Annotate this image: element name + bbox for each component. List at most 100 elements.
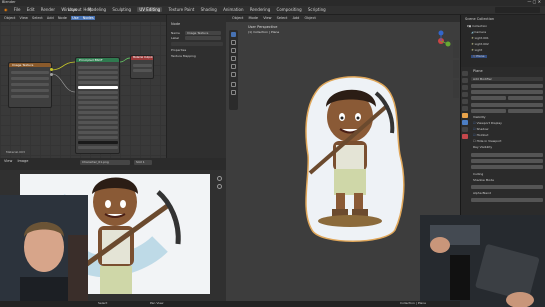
menu-render[interactable]: Render xyxy=(41,7,55,12)
tab-scripting[interactable]: Scripting xyxy=(308,7,326,12)
move-tool-icon[interactable] xyxy=(231,48,236,53)
material-tab-icon[interactable] xyxy=(462,134,468,139)
side-tab-view[interactable] xyxy=(453,80,459,98)
bsdf-param-row[interactable] xyxy=(78,136,118,139)
outliner-item[interactable]: ◢ Camera xyxy=(471,31,486,34)
output-tab-icon[interactable] xyxy=(462,85,468,90)
tab-layout[interactable]: Layout xyxy=(68,7,82,12)
image-node-row[interactable] xyxy=(11,77,49,80)
tab-animation[interactable]: Animation xyxy=(223,7,243,12)
world-tab-icon[interactable] xyxy=(462,106,468,111)
prop-section[interactable]: Culling xyxy=(473,173,483,176)
rotate-tool-icon[interactable] xyxy=(231,56,236,61)
properties-field[interactable] xyxy=(471,96,506,100)
bsdf-param-row[interactable] xyxy=(78,111,118,114)
properties-field[interactable] xyxy=(471,84,543,88)
tab-texture-paint[interactable]: Texture Paint xyxy=(169,7,195,12)
bsdf-param-row[interactable] xyxy=(78,71,118,74)
color-output-socket[interactable] xyxy=(50,68,53,71)
window-controls[interactable]: — ▢ ✕ xyxy=(527,0,541,4)
measure-tool-icon[interactable] xyxy=(231,90,236,95)
tab-modeling[interactable]: Modeling xyxy=(88,7,106,12)
image-texture-node[interactable]: Image Texture xyxy=(8,62,53,108)
outliner-item[interactable]: ☀ Light.002 xyxy=(471,43,489,46)
modifier-tab-icon[interactable] xyxy=(462,120,468,125)
outliner-item[interactable]: ☀ Light.001 xyxy=(471,37,489,40)
node-name-field[interactable]: Image Texture xyxy=(185,31,221,35)
properties-field[interactable] xyxy=(471,103,543,107)
image-selector[interactable]: Character_01.png xyxy=(80,160,130,165)
transform-tool-icon[interactable] xyxy=(231,72,236,77)
output-row[interactable] xyxy=(133,69,152,72)
outliner-item[interactable]: ▾▣ Collection xyxy=(467,25,487,28)
output-row[interactable] xyxy=(133,64,152,67)
annotate-tool-icon[interactable] xyxy=(231,82,236,87)
bsdf-param-row[interactable] xyxy=(78,96,118,99)
select-tool-icon[interactable] xyxy=(231,32,236,37)
node-label-field[interactable] xyxy=(185,36,221,40)
image-editor-menu[interactable]: View Image xyxy=(4,159,28,164)
bsdf-param-row[interactable] xyxy=(78,81,118,84)
properties-field[interactable] xyxy=(508,109,543,113)
node-editor-menu[interactable]: Object View Select Add Node Use Nodes xyxy=(4,16,95,21)
base-color-swatch[interactable] xyxy=(78,86,118,89)
properties-field[interactable] xyxy=(471,198,543,202)
navigation-gizmo[interactable] xyxy=(428,28,454,54)
bsdf-param-row[interactable] xyxy=(78,91,118,94)
image-node-row[interactable] xyxy=(11,83,49,86)
properties-field[interactable] xyxy=(508,96,543,100)
zoom-icon[interactable] xyxy=(217,176,222,181)
principled-bsdf-node[interactable]: Principled BSDF xyxy=(75,57,120,154)
slot-selector[interactable]: Slot 1 xyxy=(134,160,152,165)
bsdf-param-row[interactable] xyxy=(78,101,118,104)
character-plane-object[interactable] xyxy=(290,75,415,245)
tab-shading[interactable]: Shading xyxy=(201,7,217,12)
pan-icon[interactable] xyxy=(217,184,222,189)
bsdf-param-row[interactable] xyxy=(78,131,118,134)
menu-file[interactable]: File xyxy=(14,7,21,12)
material-output-node[interactable]: Material Output xyxy=(130,55,154,79)
properties-field[interactable] xyxy=(471,153,543,157)
view-layer-field[interactable] xyxy=(495,7,540,13)
bsdf-param-row[interactable] xyxy=(78,106,118,109)
bsdf-param-row[interactable] xyxy=(78,146,118,149)
tab-rendering[interactable]: Rendering xyxy=(250,7,270,12)
properties-section[interactable]: Properties xyxy=(171,49,186,52)
node-color-row[interactable] xyxy=(171,42,223,46)
side-tab-tool[interactable] xyxy=(453,60,459,78)
tool-tab-icon[interactable] xyxy=(462,71,468,76)
prop-checkbox[interactable]: ☑ Shadow xyxy=(473,128,489,131)
bsdf-param-row[interactable] xyxy=(78,76,118,79)
prop-checkbox[interactable]: ☑ Viewport Display xyxy=(473,122,502,125)
cursor-tool-icon[interactable] xyxy=(231,40,236,45)
image-node-row[interactable] xyxy=(11,89,49,92)
physics-tab-icon[interactable] xyxy=(462,127,468,132)
properties-field[interactable] xyxy=(471,109,506,113)
prop-section[interactable]: Ray Visibility xyxy=(473,146,492,149)
bsdf-param-row[interactable] xyxy=(78,116,118,119)
render-tab-icon[interactable] xyxy=(462,78,468,83)
tab-uv-editing[interactable]: UV Editing xyxy=(137,7,163,12)
bsdf-param-row[interactable] xyxy=(78,66,118,69)
viewport-menu[interactable]: Object Mode View Select Add Object xyxy=(232,16,316,21)
view-layer-tab-icon[interactable] xyxy=(462,92,468,97)
scale-tool-icon[interactable] xyxy=(231,64,236,69)
object-tab-icon[interactable] xyxy=(462,113,468,118)
properties-field[interactable] xyxy=(471,159,543,163)
prop-section[interactable]: Alpha Blend xyxy=(473,192,491,195)
menu-edit[interactable]: Edit xyxy=(27,7,35,12)
tab-sculpting[interactable]: Sculpting xyxy=(112,7,131,12)
outliner-item-selected[interactable]: ▽ Plane xyxy=(471,55,487,58)
prop-checkbox[interactable]: ☐ Hide in Viewport xyxy=(473,140,501,143)
tab-compositing[interactable]: Compositing xyxy=(277,7,302,12)
scene-tab-icon[interactable] xyxy=(462,99,468,104)
properties-field[interactable] xyxy=(471,165,543,169)
blender-logo-icon[interactable]: ◉ xyxy=(4,7,8,12)
bsdf-param-row[interactable] xyxy=(78,141,118,144)
prop-section[interactable]: Shadow Mode xyxy=(473,179,494,182)
prop-checkbox[interactable]: ☑ Holdout xyxy=(473,134,488,137)
properties-field[interactable] xyxy=(471,185,543,189)
properties-field[interactable] xyxy=(471,90,543,94)
texture-mapping-section[interactable]: Texture Mapping xyxy=(171,55,196,58)
image-node-row[interactable] xyxy=(11,95,49,98)
